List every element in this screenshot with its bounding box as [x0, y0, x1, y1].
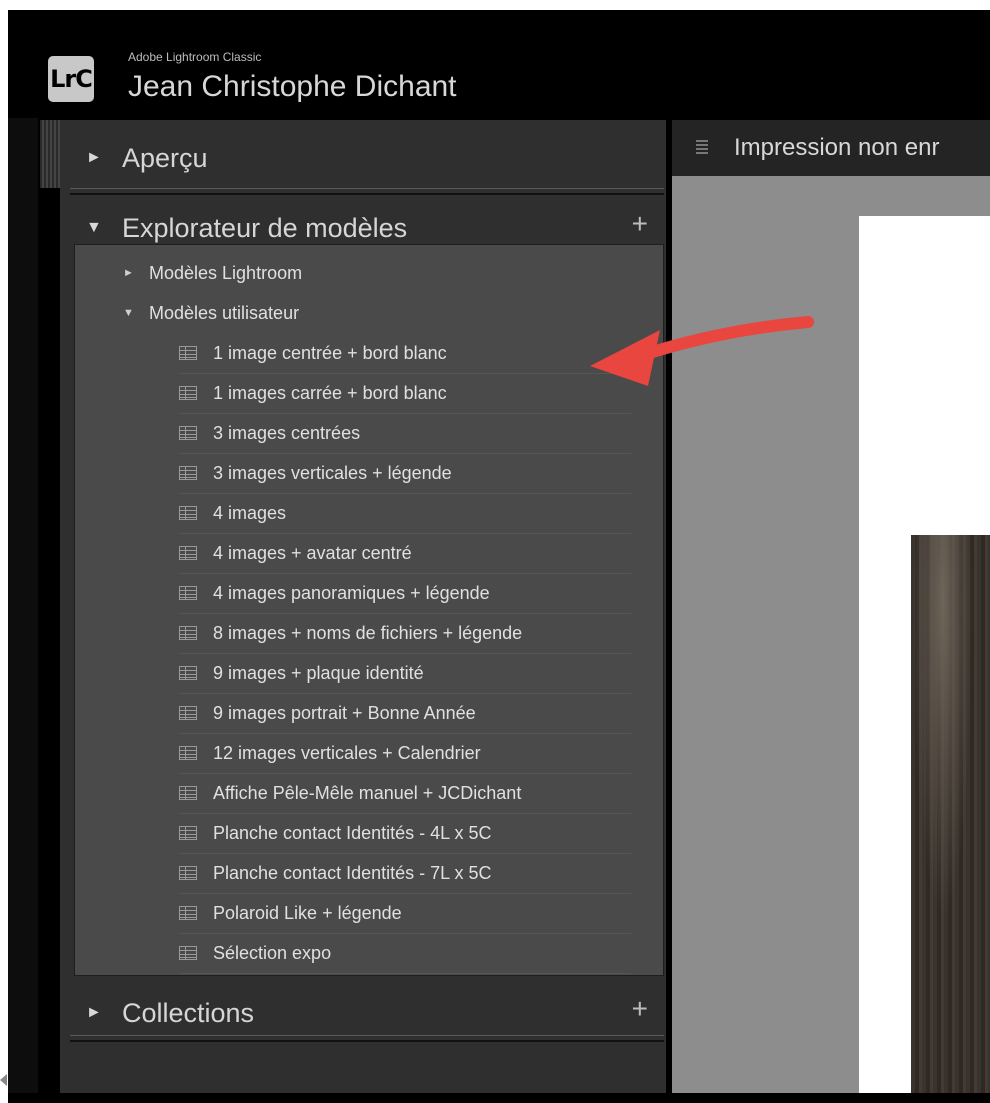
template-item[interactable]: 4 images panoramiques + légende [179, 573, 631, 614]
section-title-collections: Collections [122, 997, 255, 1028]
app-name: Adobe Lightroom Classic [128, 50, 262, 64]
user-name: Jean Christophe Dichant [128, 70, 457, 103]
section-title-preview: Aperçu [122, 142, 208, 173]
template-icon [179, 666, 197, 680]
template-icon [179, 786, 197, 800]
add-collection-icon[interactable]: + [632, 993, 648, 1025]
collapsed-triangle-icon: ► [123, 267, 134, 279]
template-icon [179, 866, 197, 880]
template-item[interactable]: 4 images [179, 493, 631, 534]
template-icon [179, 586, 197, 600]
template-item[interactable]: 4 images + avatar centré [179, 533, 631, 574]
collapsed-triangle-icon: ► [86, 1004, 102, 1021]
folder-label: Modèles Lightroom [149, 262, 303, 283]
template-label: Affiche Pêle-Mêle manuel + JCDichant [213, 782, 522, 803]
section-header-preview[interactable]: ► Aperçu [60, 128, 666, 188]
template-label: Polaroid Like + légende [213, 902, 402, 923]
template-icon [179, 546, 197, 560]
template-item[interactable]: 1 image centrée + bord blanc [179, 333, 631, 374]
template-icon [179, 386, 197, 400]
template-label: 4 images [213, 502, 287, 523]
section-title-template-browser: Explorateur de modèles [122, 212, 408, 243]
collapsed-triangle-icon: ► [86, 149, 102, 166]
template-icon [179, 746, 197, 760]
folder-lightroom-templates[interactable]: ► Modèles Lightroom [123, 253, 683, 293]
template-icon [179, 706, 197, 720]
left-panel: ► Aperçu ▼ Explorateur de modèles + ► Mo… [60, 120, 666, 1093]
template-label: 3 images centrées [213, 422, 361, 443]
page-photo [911, 535, 990, 1093]
template-item[interactable]: Planche contact Identités - 4L x 5C [179, 813, 631, 854]
template-label: 1 image centrée + bord blanc [213, 342, 447, 363]
section-header-collections[interactable]: ► Collections + [60, 983, 666, 1043]
template-item[interactable]: Sélection expo [179, 933, 631, 974]
template-label: 12 images verticales + Calendrier [213, 742, 481, 763]
template-icon [179, 506, 197, 520]
template-tree: ► Modèles Lightroom ▼ Modèles utilisateu… [74, 244, 664, 976]
template-label: 3 images verticales + légende [213, 462, 452, 483]
folder-label: Modèles utilisateur [149, 302, 300, 323]
section-divider [70, 188, 664, 195]
template-icon [179, 626, 197, 640]
template-label: 9 images + plaque identité [213, 662, 424, 683]
template-label: 8 images + noms de fichiers + légende [213, 622, 523, 643]
collapse-left-arrow-icon[interactable] [0, 1074, 7, 1086]
template-item[interactable]: Planche contact Identités - 7L x 5C [179, 853, 631, 894]
template-icon [179, 946, 197, 960]
template-item[interactable]: 8 images + noms de fichiers + légende [179, 613, 631, 654]
template-item[interactable]: Affiche Pêle-Mêle manuel + JCDichant [179, 773, 631, 814]
template-icon [179, 426, 197, 440]
identity-plate: LrC Adobe Lightroom Classic Jean Christo… [8, 10, 990, 128]
template-item[interactable]: 9 images + plaque identité [179, 653, 631, 694]
template-label: 4 images + avatar centré [213, 542, 412, 563]
template-label: Sélection expo [213, 942, 332, 963]
template-item[interactable]: 12 images verticales + Calendrier [179, 733, 631, 774]
template-label: Planche contact Identités - 7L x 5C [213, 862, 492, 883]
add-template-icon[interactable]: + [632, 208, 648, 240]
template-item[interactable]: 3 images verticales + légende [179, 453, 631, 494]
template-icon [179, 466, 197, 480]
main-toolbar: Impression non enr [672, 120, 990, 176]
expanded-triangle-icon: ▼ [123, 307, 134, 319]
template-label: 4 images panoramiques + légende [213, 582, 490, 603]
template-label: Planche contact Identités - 4L x 5C [213, 822, 492, 843]
template-icon [179, 346, 197, 360]
section-divider [70, 1035, 664, 1042]
template-icon [179, 826, 197, 840]
template-item[interactable]: 9 images portrait + Bonne Année [179, 693, 631, 734]
left-edge-strip [8, 118, 38, 1093]
drag-handle-icon[interactable] [696, 140, 708, 154]
template-item[interactable]: Polaroid Like + légende [179, 893, 631, 934]
lrc-logo: LrC [48, 56, 94, 102]
template-item[interactable]: 1 images carrée + bord blanc [179, 373, 631, 414]
template-label: 9 images portrait + Bonne Année [213, 702, 476, 723]
folder-user-templates[interactable]: ▼ Modèles utilisateur [123, 293, 683, 333]
panel-resize-grip[interactable] [40, 120, 60, 188]
template-icon [179, 906, 197, 920]
template-item[interactable]: 3 images centrées [179, 413, 631, 454]
expanded-triangle-icon: ▼ [86, 219, 102, 236]
print-job-title: Impression non enr [734, 134, 940, 161]
template-label: 1 images carrée + bord blanc [213, 382, 447, 403]
